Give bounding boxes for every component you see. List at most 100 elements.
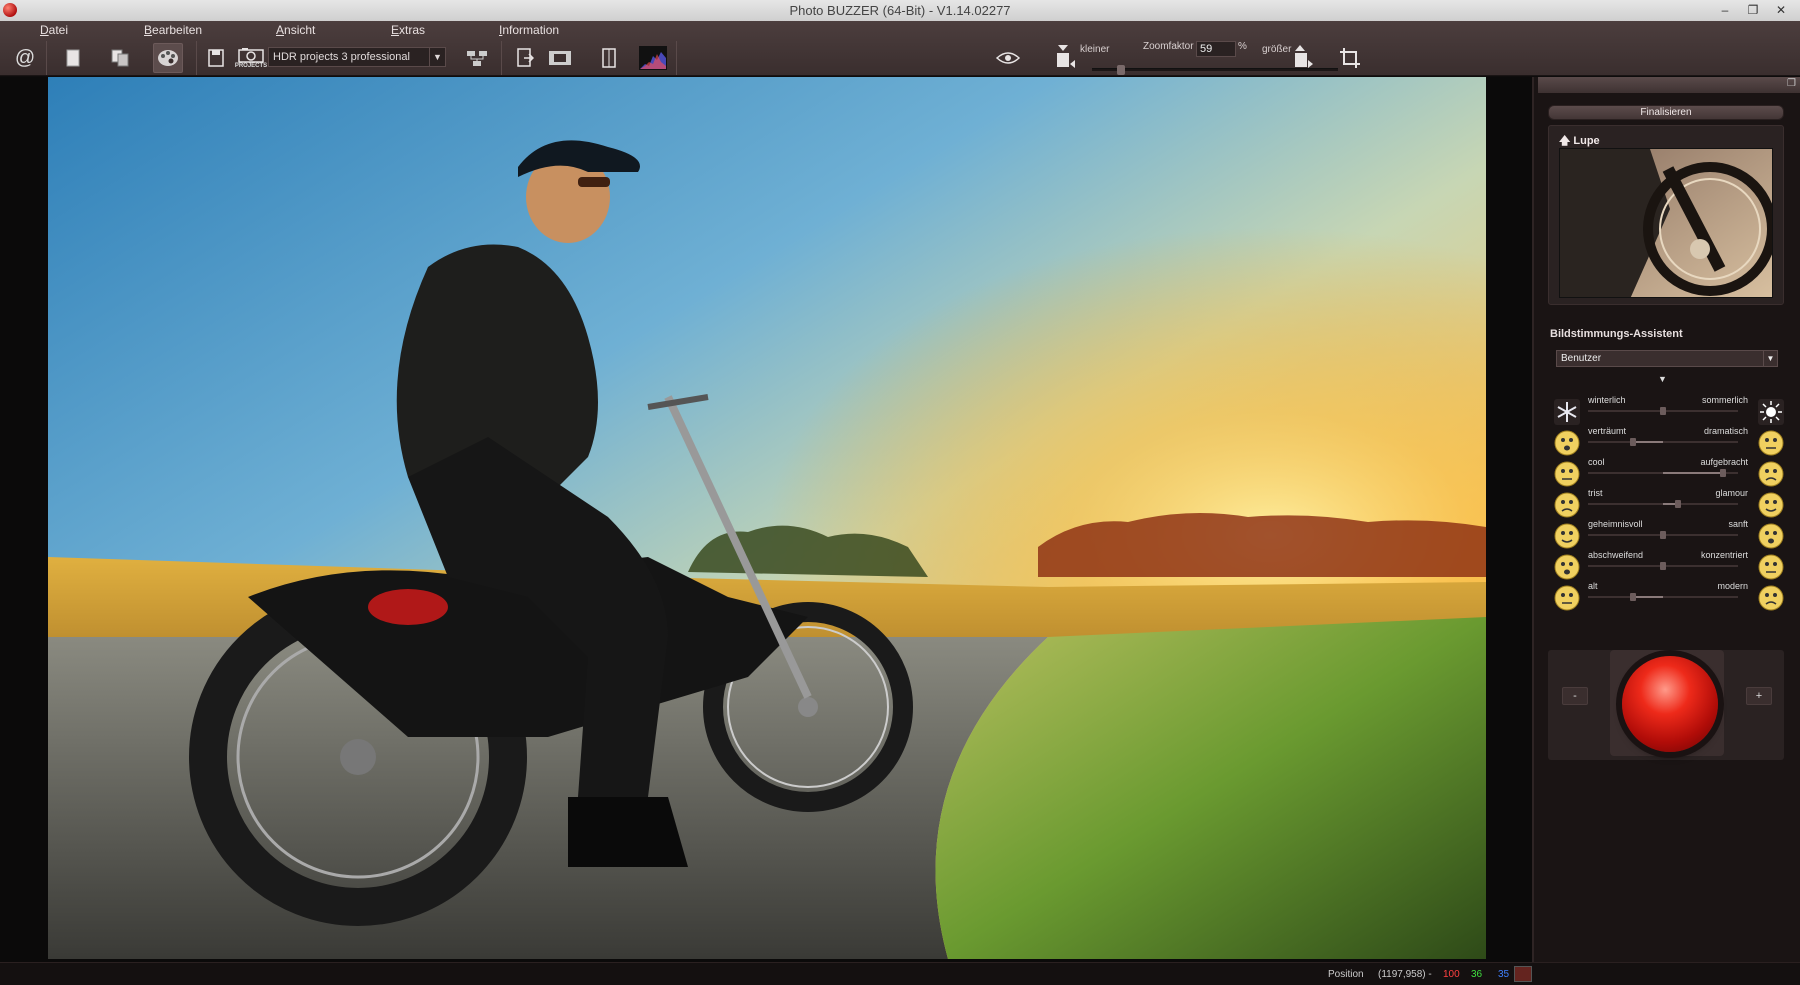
expand-toggle[interactable]: ▼ <box>1658 374 1667 384</box>
loupe-title-label: Lupe <box>1573 135 1600 147</box>
mood-slider[interactable] <box>1588 407 1738 415</box>
email-button[interactable]: @ <box>10 43 40 73</box>
mood-slider-thumb[interactable] <box>1660 407 1666 415</box>
chevron-down-icon: ▼ <box>429 48 445 66</box>
split-view-icon <box>602 48 616 68</box>
menu-datei[interactable]: Datei <box>40 23 68 37</box>
histogram-icon <box>639 46 667 70</box>
mood-label-left: alt <box>1588 581 1598 591</box>
mood-label-right: konzentriert <box>1700 550 1748 560</box>
apply-area: - + <box>1548 650 1784 760</box>
triangle-down-icon: ▼ <box>1658 374 1667 384</box>
crop-rotate-button[interactable] <box>1335 43 1365 73</box>
side-panel-header: ❐ <box>1538 77 1800 93</box>
menu-extras[interactable]: Extras <box>391 23 425 37</box>
zoom-factor-input[interactable]: 59 <box>1196 41 1236 57</box>
save-button[interactable] <box>201 43 231 73</box>
loupe-illustration <box>1560 149 1772 297</box>
loupe-preview[interactable] <box>1559 148 1773 298</box>
glamour-face-icon[interactable] <box>1758 492 1784 518</box>
menu-ansicht[interactable]: Ansicht <box>276 23 315 37</box>
mysterious-face-icon[interactable] <box>1554 523 1580 549</box>
finalize-button[interactable]: Finalisieren <box>1548 105 1784 120</box>
flowchart-icon <box>467 51 487 66</box>
mood-slider-fill <box>1663 472 1723 474</box>
maximize-button[interactable]: ❐ <box>1740 1 1766 19</box>
photo-illustration <box>48 77 1486 959</box>
histogram-button[interactable] <box>638 43 668 73</box>
projects-badge: PROJECTS <box>234 63 268 69</box>
mood-slider[interactable] <box>1588 500 1738 508</box>
old-face-icon[interactable] <box>1554 585 1580 611</box>
mood-slider-thumb[interactable] <box>1660 562 1666 570</box>
palette-button[interactable] <box>153 43 183 73</box>
mood-preset-select[interactable]: Benutzer ▼ <box>1556 350 1778 367</box>
zoom-smaller-label: kleiner <box>1080 44 1110 55</box>
film-button[interactable] <box>545 43 575 73</box>
preview-eye-button[interactable] <box>993 43 1023 73</box>
gentle-face-icon[interactable] <box>1758 523 1784 549</box>
buzzer-button[interactable] <box>1622 656 1718 752</box>
mood-row: alt modern <box>1548 581 1784 615</box>
mood-slider-thumb[interactable] <box>1660 531 1666 539</box>
menu-information[interactable]: Information <box>499 23 559 37</box>
floppy-icon <box>208 49 224 67</box>
mood-slider[interactable] <box>1588 438 1738 446</box>
flowchart-button[interactable] <box>462 43 492 73</box>
focused-face-icon[interactable] <box>1758 554 1784 580</box>
mood-label-right: glamour <box>1715 488 1748 498</box>
dreamy-face-icon[interactable] <box>1554 430 1580 456</box>
sun-icon[interactable] <box>1758 399 1784 425</box>
plus-button[interactable]: + <box>1746 687 1772 705</box>
camera-icon <box>238 48 264 63</box>
mood-slider[interactable] <box>1588 469 1738 477</box>
close-button[interactable]: ✕ <box>1768 1 1794 19</box>
distracted-face-icon[interactable] <box>1554 554 1580 580</box>
zoom-larger-label: größer <box>1262 44 1292 55</box>
mood-slider-thumb[interactable] <box>1675 500 1681 508</box>
app-window: Photo BUZZER (64-Bit) - V1.14.02277 – ❐ … <box>0 0 1800 985</box>
dramatic-face-icon[interactable] <box>1758 430 1784 456</box>
projects-select[interactable]: HDR projects 3 professional ▼ <box>268 47 446 67</box>
mood-slider-thumb[interactable] <box>1630 438 1636 446</box>
angry-face-icon[interactable] <box>1758 461 1784 487</box>
side-panel: ❐ Finalisieren 🡅 Lupe Bildstimmungs-Assi… <box>1532 77 1800 962</box>
document-icon <box>66 49 80 67</box>
minimize-button[interactable]: – <box>1712 1 1738 19</box>
zoom-slider-thumb[interactable] <box>1116 65 1125 75</box>
mood-row: cool aufgebracht <box>1548 457 1784 491</box>
zoom-out-button[interactable] <box>1054 45 1076 74</box>
snowflake-icon[interactable] <box>1554 399 1580 425</box>
mood-label-right: aufgebracht <box>1700 457 1748 467</box>
zoom-in-button[interactable] <box>1292 45 1314 74</box>
mood-slider[interactable] <box>1588 562 1738 570</box>
menu-bearbeiten[interactable]: Bearbeiten <box>144 23 202 37</box>
mood-slider-thumb[interactable] <box>1630 593 1636 601</box>
zoom-unit-label: % <box>1238 41 1247 52</box>
minus-button[interactable]: - <box>1562 687 1588 705</box>
new-image-button[interactable] <box>58 43 88 73</box>
toolbar-separator <box>46 41 47 75</box>
menu-bar: Datei Bearbeiten Ansicht Extras Informat… <box>0 21 700 39</box>
projects-button[interactable]: PROJECTS <box>234 43 268 73</box>
undock-icon[interactable]: ❐ <box>1787 78 1796 89</box>
mood-slider-thumb[interactable] <box>1720 469 1726 477</box>
mood-slider[interactable] <box>1588 531 1738 539</box>
zoom-control: kleiner Zoomfaktor 59 % größer <box>1050 39 1340 75</box>
modern-face-icon[interactable] <box>1758 585 1784 611</box>
arrow-up-icon: 🡅 <box>1559 135 1571 147</box>
mood-slider[interactable] <box>1588 593 1738 601</box>
mood-row: geheimnisvoll sanft <box>1548 519 1784 553</box>
export-button[interactable] <box>510 43 540 73</box>
mood-label-right: sanft <box>1728 519 1748 529</box>
color-swatch <box>1514 966 1532 982</box>
split-view-button[interactable] <box>594 43 624 73</box>
mood-row: abschweifend konzentriert <box>1548 550 1784 584</box>
compare-button[interactable] <box>105 43 135 73</box>
sad-face-icon[interactable] <box>1554 492 1580 518</box>
projects-selected-value: HDR projects 3 professional <box>273 51 410 63</box>
cool-face-icon[interactable] <box>1554 461 1580 487</box>
position-value: (1197,958) - <box>1378 969 1432 980</box>
mood-label-right: modern <box>1717 581 1748 591</box>
image-canvas[interactable] <box>0 77 1532 962</box>
